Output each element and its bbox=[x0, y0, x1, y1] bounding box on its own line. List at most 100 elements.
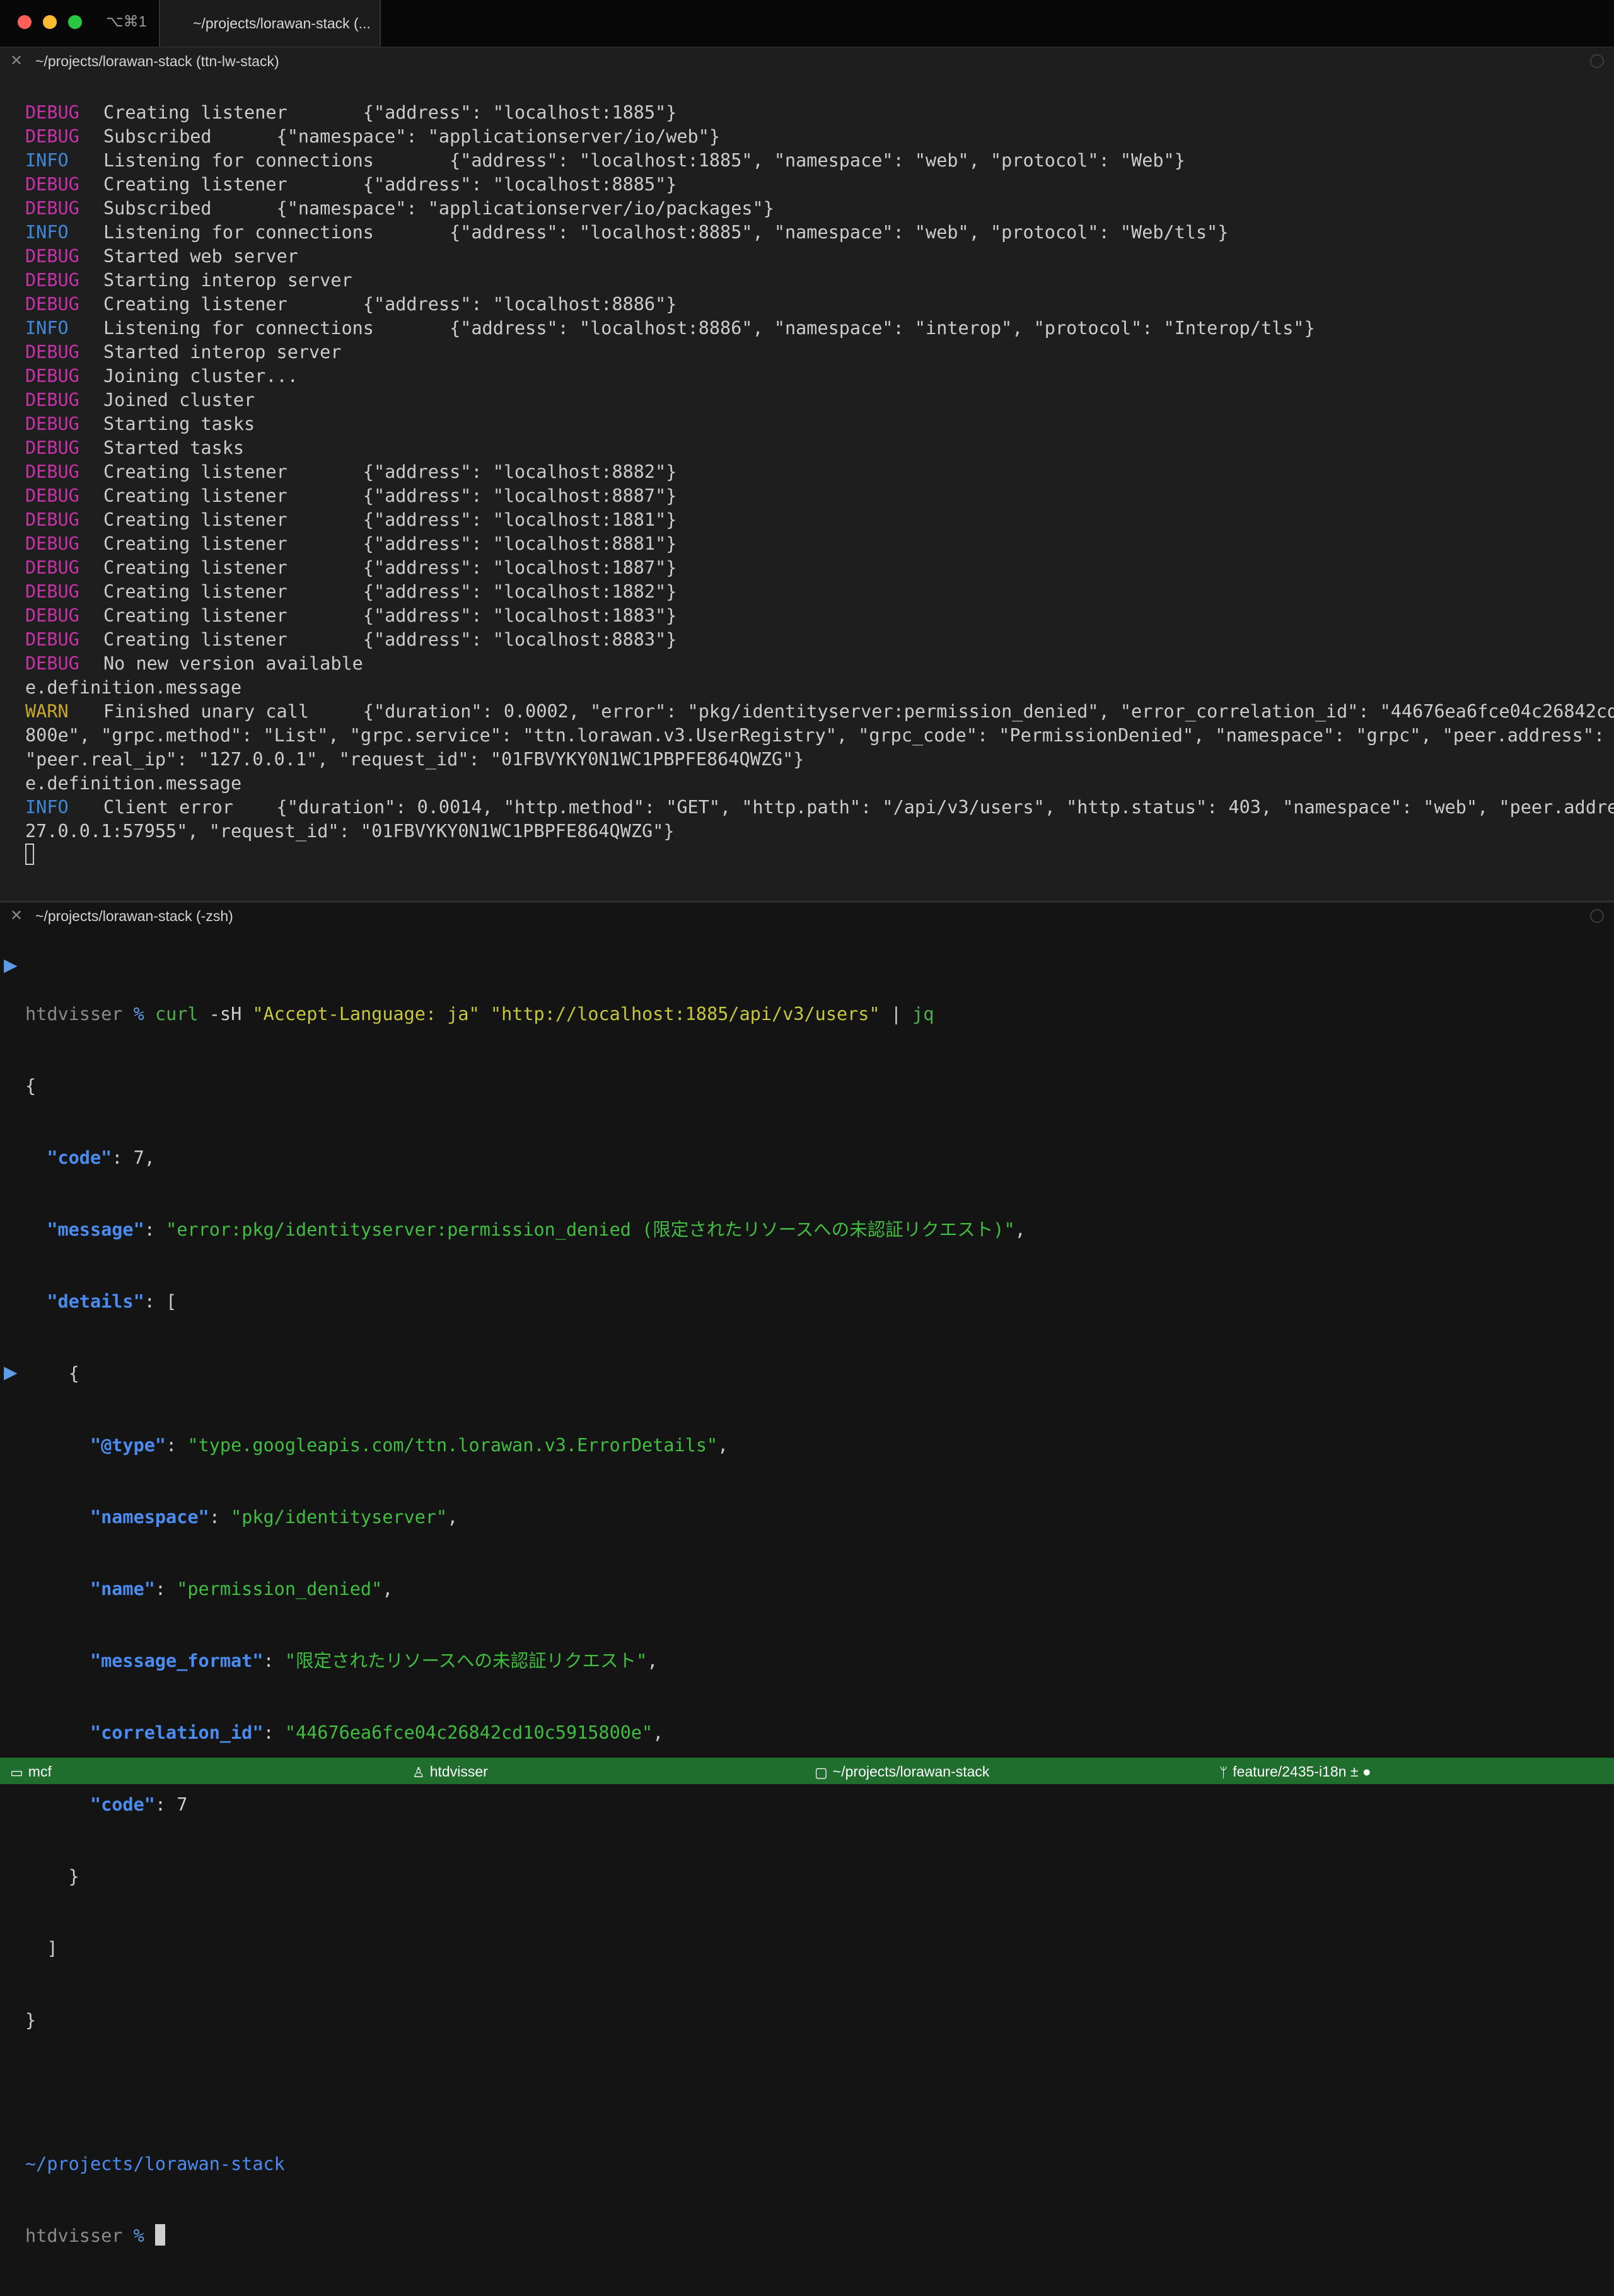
log-line: DEBUG Creating listener {"address": "loca… bbox=[25, 460, 1601, 484]
log-level: DEBUG bbox=[25, 390, 79, 410]
log-message: 800e", "grpc.method": "List", "grpc.serv… bbox=[25, 725, 1614, 746]
log-level: DEBUG bbox=[25, 126, 79, 147]
prompt-arrow-icon: ▶ bbox=[4, 1362, 18, 1383]
minimize-window-button[interactable] bbox=[43, 15, 57, 29]
log-message: Listening for connections {"address": "l… bbox=[103, 318, 1315, 339]
log-level: DEBUG bbox=[25, 246, 79, 267]
log-message: Creating listener {"address": "localhost… bbox=[103, 581, 677, 602]
top-terminal-pane[interactable]: ✕ ~/projects/lorawan-stack (ttn-lw-stack… bbox=[0, 48, 1614, 902]
log-message: Joined cluster bbox=[103, 390, 255, 410]
log-level: INFO bbox=[25, 318, 69, 339]
log-message: Creating listener {"address": "localhost… bbox=[103, 174, 677, 195]
log-line: DEBUG Creating listener {"address": "loca… bbox=[25, 173, 1601, 197]
log-message: Listening for connections {"address": "l… bbox=[103, 222, 1229, 243]
log-line: DEBUG Joining cluster... bbox=[25, 364, 1601, 388]
log-line: DEBUG Starting interop server bbox=[25, 269, 1601, 293]
window-titlebar: ⌥⌘1 ~/projects/lorawan-stack (... bbox=[0, 0, 1614, 48]
log-message: Joining cluster... bbox=[103, 366, 298, 386]
more-options-icon[interactable] bbox=[1590, 909, 1604, 923]
user-icon: ♙ bbox=[412, 1765, 425, 1781]
json-line: "message_format": "限定されたリソースへの未認証リクエスト", bbox=[90, 1650, 658, 1671]
log-level: DEBUG bbox=[25, 605, 79, 626]
close-window-button[interactable] bbox=[18, 15, 32, 29]
log-line: WARN Finished unary call {"duration": 0.0… bbox=[25, 700, 1614, 724]
log-message: Creating listener {"address": "localhost… bbox=[103, 533, 677, 554]
json-line: { bbox=[25, 1076, 37, 1096]
log-level: INFO bbox=[25, 797, 69, 818]
log-level: DEBUG bbox=[25, 653, 79, 674]
log-line: DEBUG Creating listener {"address": "loca… bbox=[25, 628, 1601, 652]
log-line: INFO Listening for connections {"address"… bbox=[25, 221, 1601, 245]
log-level: DEBUG bbox=[25, 366, 79, 386]
json-line: } bbox=[25, 2010, 37, 2031]
pane-title: ~/projects/lorawan-stack (-zsh) bbox=[35, 908, 233, 924]
command-pipe-to: jq bbox=[912, 1004, 934, 1024]
prompt-symbol: % bbox=[133, 2225, 144, 2246]
pane-header: ✕ ~/projects/lorawan-stack (ttn-lw-stack… bbox=[0, 48, 1614, 76]
log-line: INFO Client error {"duration": 0.0014, "h… bbox=[25, 796, 1614, 820]
close-pane-icon[interactable]: ✕ bbox=[10, 52, 23, 69]
log-level: WARN bbox=[25, 701, 69, 722]
terminal-tab[interactable]: ~/projects/lorawan-stack (... bbox=[159, 0, 381, 47]
log-line: DEBUG Creating listener {"address": "loca… bbox=[25, 580, 1601, 604]
command-line: htdvisser % curl -sH "Accept-Language: j… bbox=[25, 1002, 1601, 1026]
log-level: DEBUG bbox=[25, 629, 79, 650]
log-message: e.definition.message bbox=[25, 773, 242, 794]
log-message: Creating listener {"address": "localhost… bbox=[103, 102, 677, 123]
bottom-terminal-pane[interactable]: ✕ ~/projects/lorawan-stack (-zsh) ▶ ▶ ht… bbox=[0, 903, 1614, 2246]
status-host: ▭ mcf bbox=[10, 1763, 52, 1781]
terminal-cursor[interactable] bbox=[154, 2224, 165, 2246]
json-line: "correlation_id": "44676ea6fce04c26842cd… bbox=[90, 1722, 664, 1743]
log-level: DEBUG bbox=[25, 485, 79, 506]
log-line: DEBUG Subscribed {"namespace": "applicati… bbox=[25, 197, 1601, 221]
prompt-symbol: % bbox=[133, 1004, 144, 1024]
log-message: Creating listener {"address": "localhost… bbox=[103, 557, 677, 578]
command-pipe: | bbox=[890, 1004, 902, 1024]
log-message: "peer.real_ip": "127.0.0.1", "request_id… bbox=[25, 749, 804, 770]
log-line: DEBUG Joined cluster bbox=[25, 388, 1601, 412]
log-line: 27.0.0.1:57955", "request_id": "01FBVYKY… bbox=[25, 820, 1601, 844]
log-line: DEBUG Creating listener {"address": "loca… bbox=[25, 508, 1601, 532]
log-line: 800e", "grpc.method": "List", "grpc.serv… bbox=[25, 724, 1605, 748]
log-level: DEBUG bbox=[25, 509, 79, 530]
command-header-arg: "Accept-Language: ja" bbox=[252, 1004, 480, 1024]
json-line: "message": "error:pkg/identityserver:per… bbox=[47, 1219, 1026, 1240]
prompt-user: htdvisser bbox=[25, 1004, 123, 1024]
status-bar: ▭ mcf ♙ htdvisser ▢ ~/projects/lorawan-stac… bbox=[0, 1758, 1614, 1784]
terminal-cursor[interactable] bbox=[25, 844, 34, 865]
cursor-line bbox=[25, 844, 1601, 867]
log-level: DEBUG bbox=[25, 174, 79, 195]
command-url-arg: "http://localhost:1885/api/v3/users" bbox=[490, 1004, 880, 1024]
more-options-icon[interactable] bbox=[1590, 54, 1604, 68]
json-line: "code": 7 bbox=[90, 1794, 188, 1815]
status-branch: ᛘ feature/2435-i18n ± ● bbox=[1219, 1763, 1371, 1781]
log-line: DEBUG Started interop server bbox=[25, 340, 1601, 364]
log-message: Finished unary call {"duration": 0.0002,… bbox=[103, 701, 1614, 722]
log-message: Started web server bbox=[103, 246, 298, 267]
window-shortcut-label: ⌥⌘1 bbox=[106, 13, 148, 30]
json-line: "details": [ bbox=[47, 1291, 177, 1312]
log-level: INFO bbox=[25, 222, 69, 243]
pane-header: ✕ ~/projects/lorawan-stack (-zsh) bbox=[0, 903, 1614, 931]
json-line: "code": 7, bbox=[47, 1147, 155, 1168]
log-line: INFO Listening for connections {"address"… bbox=[25, 316, 1601, 340]
close-pane-icon[interactable]: ✕ bbox=[10, 907, 23, 924]
log-message: Creating listener {"address": "localhost… bbox=[103, 605, 677, 626]
log-level: DEBUG bbox=[25, 414, 79, 434]
log-line: DEBUG Starting tasks bbox=[25, 412, 1601, 436]
log-level: DEBUG bbox=[25, 102, 79, 123]
tab-title: ~/projects/lorawan-stack (... bbox=[193, 15, 371, 32]
log-message: No new version available bbox=[103, 653, 363, 674]
status-path: ▢ ~/projects/lorawan-stack bbox=[815, 1763, 990, 1781]
folder-icon: ▢ bbox=[815, 1765, 828, 1781]
log-level: DEBUG bbox=[25, 294, 79, 315]
log-message: Creating listener {"address": "localhost… bbox=[103, 294, 677, 315]
log-line: e.definition.message bbox=[25, 772, 1601, 796]
json-line: } bbox=[25, 1866, 79, 1887]
prompt-line[interactable]: htdvisser % bbox=[25, 2224, 1601, 2248]
log-output: DEBUG Creating listener {"address": "loca… bbox=[25, 101, 1614, 867]
prompt-user: htdvisser bbox=[25, 2225, 123, 2246]
log-line: DEBUG Started tasks bbox=[25, 436, 1601, 460]
zoom-window-button[interactable] bbox=[68, 15, 82, 29]
